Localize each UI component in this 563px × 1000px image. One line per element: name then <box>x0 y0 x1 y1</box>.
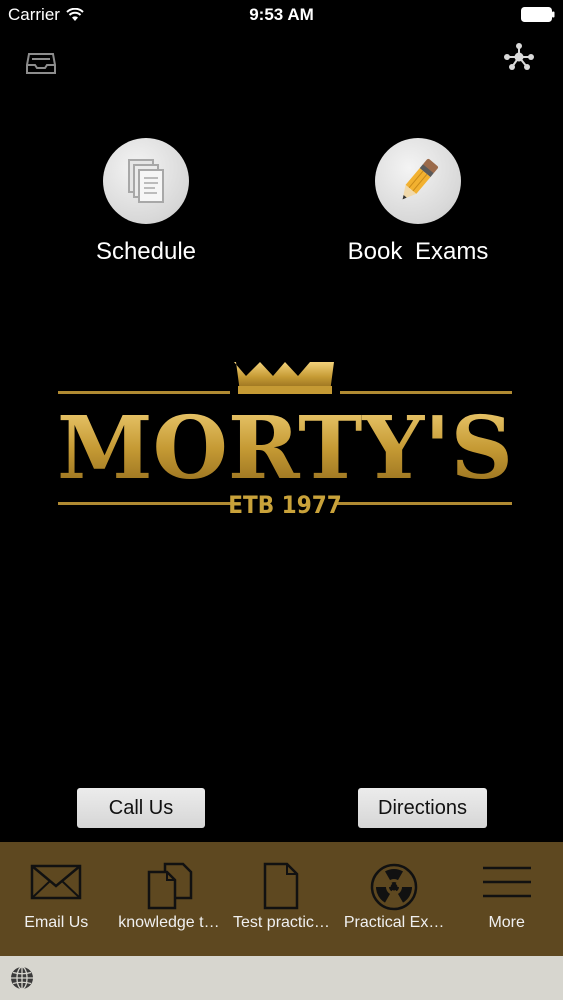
book-exams-label[interactable]: Book Exams <box>318 238 518 266</box>
tab-bar: Email Us knowledge t… Test practic… Prac… <box>0 842 563 956</box>
share-network-icon[interactable] <box>502 42 536 72</box>
battery-icon <box>521 7 555 22</box>
radiation-icon <box>370 863 418 911</box>
pencil-icon <box>402 158 438 200</box>
menu-icon <box>482 866 531 898</box>
schedule-label[interactable]: Schedule <box>46 238 246 266</box>
tab-label: Test practic… <box>233 914 330 931</box>
tab-label: More <box>488 914 525 931</box>
call-us-button[interactable]: Call Us <box>77 788 205 828</box>
bottom-bar <box>0 956 563 1000</box>
tab-email-us[interactable]: Email Us <box>0 842 113 956</box>
tab-label: Email Us <box>24 914 89 931</box>
documents-icon <box>147 862 193 910</box>
svg-text:ETB 1977: ETB 1977 <box>228 491 342 519</box>
envelope-icon <box>31 864 82 900</box>
globe-icon[interactable] <box>10 966 34 990</box>
tab-label: knowledge t… <box>118 914 220 931</box>
status-time: 9:53 AM <box>249 5 314 24</box>
document-icon <box>264 862 299 910</box>
mortys-logo: MORTY'S ETB 1977 <box>57 362 513 519</box>
tab-practical-exam[interactable]: Practical Ex… <box>338 842 451 956</box>
tab-test-practice[interactable]: Test practic… <box>225 842 338 956</box>
tab-knowledge-test[interactable]: knowledge t… <box>113 842 226 956</box>
svg-text:MORTY'S: MORTY'S <box>57 398 513 499</box>
schedule-button[interactable] <box>103 138 189 224</box>
status-bar: Carrier 9:53 AM <box>0 0 563 30</box>
inbox-icon[interactable] <box>24 48 58 78</box>
documents-icon <box>128 159 164 203</box>
book-exams-button[interactable] <box>375 138 461 224</box>
directions-button[interactable]: Directions <box>358 788 487 828</box>
tab-label: Practical Ex… <box>343 914 445 931</box>
tab-more[interactable]: More <box>450 842 563 956</box>
